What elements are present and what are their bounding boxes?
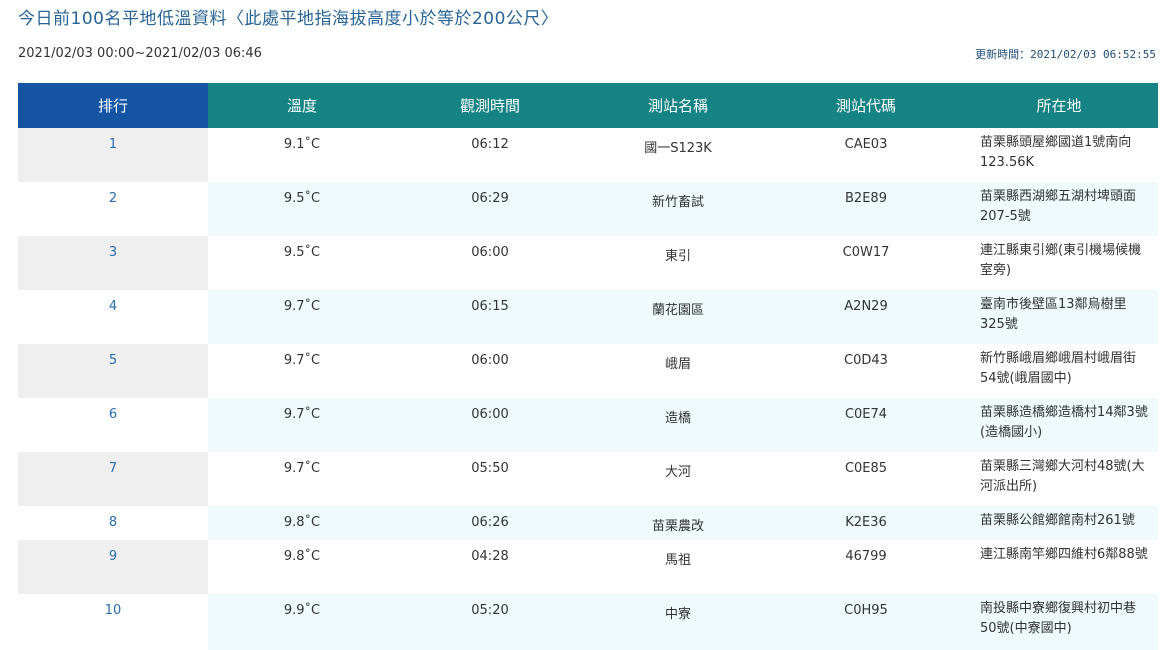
temperature-cell: 9.1˚C bbox=[208, 128, 396, 182]
table-row: 4 9.7˚C 06:15 蘭花園區 A2N29 臺南市後壁區13鄰烏樹里325… bbox=[18, 290, 1158, 344]
station-name-cell: 造橋 bbox=[584, 398, 772, 452]
temperature-cell: 9.7˚C bbox=[208, 452, 396, 506]
temperature-cell: 9.5˚C bbox=[208, 236, 396, 290]
station-name-cell: 大河 bbox=[584, 452, 772, 506]
location-cell: 苗栗縣公館鄉館南村261號 bbox=[960, 506, 1158, 540]
station-name-cell: 蘭花園區 bbox=[584, 290, 772, 344]
temperature-cell: 9.8˚C bbox=[208, 506, 396, 540]
table-row: 5 9.7˚C 06:00 峨眉 C0D43 新竹縣峨眉鄉峨眉村峨眉街54號(峨… bbox=[18, 344, 1158, 398]
table-row: 9 9.8˚C 04:28 馬祖 46799 連江縣南竿鄉四維村6鄰88號 bbox=[18, 540, 1158, 594]
station-code-cell: 46799 bbox=[772, 540, 960, 594]
time-cell: 05:50 bbox=[396, 452, 584, 506]
location-cell: 苗栗縣西湖鄉五湖村埤頭面207-5號 bbox=[960, 182, 1158, 236]
rank-cell: 4 bbox=[18, 290, 208, 344]
time-cell: 06:00 bbox=[396, 344, 584, 398]
station-name-cell: 峨眉 bbox=[584, 344, 772, 398]
location-cell: 苗栗縣造橋鄉造橋村14鄰3號(造橋國小) bbox=[960, 398, 1158, 452]
station-name-cell: 馬祖 bbox=[584, 540, 772, 594]
location-cell: 連江縣東引鄉(東引機場候機室旁) bbox=[960, 236, 1158, 290]
page: 今日前100名平地低溫資料〈此處平地指海拔高度小於等於200公尺〉 2021/0… bbox=[0, 0, 1164, 650]
table-row: 7 9.7˚C 05:50 大河 C0E85 苗栗縣三灣鄉大河村48號(大河派出… bbox=[18, 452, 1158, 506]
location-cell: 南投縣中寮鄉復興村初中巷50號(中寮國中) bbox=[960, 594, 1158, 650]
station-name-cell: 新竹畜試 bbox=[584, 182, 772, 236]
column-header-station-name[interactable]: 測站名稱 bbox=[584, 83, 772, 128]
rank-cell: 1 bbox=[18, 128, 208, 182]
temperature-cell: 9.7˚C bbox=[208, 398, 396, 452]
temperature-cell: 9.8˚C bbox=[208, 540, 396, 594]
column-header-observation-time[interactable]: 觀測時間 bbox=[396, 83, 584, 128]
station-code-cell: CAE03 bbox=[772, 128, 960, 182]
rank-cell: 5 bbox=[18, 344, 208, 398]
rank-cell: 10 bbox=[18, 594, 208, 650]
low-temperature-table: 排行 溫度 觀測時間 測站名稱 測站代碼 所在地 1 9.1˚C 06:12 國… bbox=[18, 83, 1158, 650]
table-header-row: 排行 溫度 觀測時間 測站名稱 測站代碼 所在地 bbox=[18, 83, 1158, 128]
time-cell: 05:20 bbox=[396, 594, 584, 650]
station-code-cell: A2N29 bbox=[772, 290, 960, 344]
time-cell: 06:29 bbox=[396, 182, 584, 236]
column-header-rank[interactable]: 排行 bbox=[18, 83, 208, 128]
location-cell: 臺南市後壁區13鄰烏樹里325號 bbox=[960, 290, 1158, 344]
table-row: 2 9.5˚C 06:29 新竹畜試 B2E89 苗栗縣西湖鄉五湖村埤頭面207… bbox=[18, 182, 1158, 236]
column-header-temperature[interactable]: 溫度 bbox=[208, 83, 396, 128]
table-row: 6 9.7˚C 06:00 造橋 C0E74 苗栗縣造橋鄉造橋村14鄰3號(造橋… bbox=[18, 398, 1158, 452]
temperature-cell: 9.9˚C bbox=[208, 594, 396, 650]
station-code-cell: C0H95 bbox=[772, 594, 960, 650]
station-code-cell: K2E36 bbox=[772, 506, 960, 540]
station-code-cell: C0D43 bbox=[772, 344, 960, 398]
location-cell: 苗栗縣頭屋鄉國道1號南向123.56K bbox=[960, 128, 1158, 182]
station-code-cell: C0E85 bbox=[772, 452, 960, 506]
temperature-cell: 9.7˚C bbox=[208, 344, 396, 398]
column-header-location[interactable]: 所在地 bbox=[960, 83, 1158, 128]
rank-cell: 7 bbox=[18, 452, 208, 506]
location-cell: 苗栗縣三灣鄉大河村48號(大河派出所) bbox=[960, 452, 1158, 506]
station-name-cell: 中寮 bbox=[584, 594, 772, 650]
table-row: 1 9.1˚C 06:12 國一S123K CAE03 苗栗縣頭屋鄉國道1號南向… bbox=[18, 128, 1158, 182]
station-name-cell: 國一S123K bbox=[584, 128, 772, 182]
table-row: 8 9.8˚C 06:26 苗栗農改 K2E36 苗栗縣公館鄉館南村261號 bbox=[18, 506, 1158, 540]
location-cell: 連江縣南竿鄉四維村6鄰88號 bbox=[960, 540, 1158, 594]
rank-cell: 8 bbox=[18, 506, 208, 540]
location-cell: 新竹縣峨眉鄉峨眉村峨眉街54號(峨眉國中) bbox=[960, 344, 1158, 398]
time-cell: 06:26 bbox=[396, 506, 584, 540]
temperature-cell: 9.7˚C bbox=[208, 290, 396, 344]
rank-cell: 3 bbox=[18, 236, 208, 290]
rank-cell: 2 bbox=[18, 182, 208, 236]
update-time: 更新時間：2021/02/03 06:52:55 bbox=[975, 48, 1156, 61]
temperature-cell: 9.5˚C bbox=[208, 182, 396, 236]
station-code-cell: C0E74 bbox=[772, 398, 960, 452]
time-cell: 06:00 bbox=[396, 236, 584, 290]
time-range: 2021/02/03 00:00~2021/02/03 06:46 bbox=[18, 46, 262, 61]
page-title: 今日前100名平地低溫資料〈此處平地指海拔高度小於等於200公尺〉 bbox=[18, 9, 559, 29]
column-header-station-code[interactable]: 測站代碼 bbox=[772, 83, 960, 128]
station-code-cell: B2E89 bbox=[772, 182, 960, 236]
rank-cell: 9 bbox=[18, 540, 208, 594]
rank-cell: 6 bbox=[18, 398, 208, 452]
time-cell: 04:28 bbox=[396, 540, 584, 594]
table-row: 10 9.9˚C 05:20 中寮 C0H95 南投縣中寮鄉復興村初中巷50號(… bbox=[18, 594, 1158, 650]
table-row: 3 9.5˚C 06:00 東引 C0W17 連江縣東引鄉(東引機場候機室旁) bbox=[18, 236, 1158, 290]
time-cell: 06:00 bbox=[396, 398, 584, 452]
station-code-cell: C0W17 bbox=[772, 236, 960, 290]
station-name-cell: 苗栗農改 bbox=[584, 506, 772, 540]
time-cell: 06:15 bbox=[396, 290, 584, 344]
station-name-cell: 東引 bbox=[584, 236, 772, 290]
time-cell: 06:12 bbox=[396, 128, 584, 182]
